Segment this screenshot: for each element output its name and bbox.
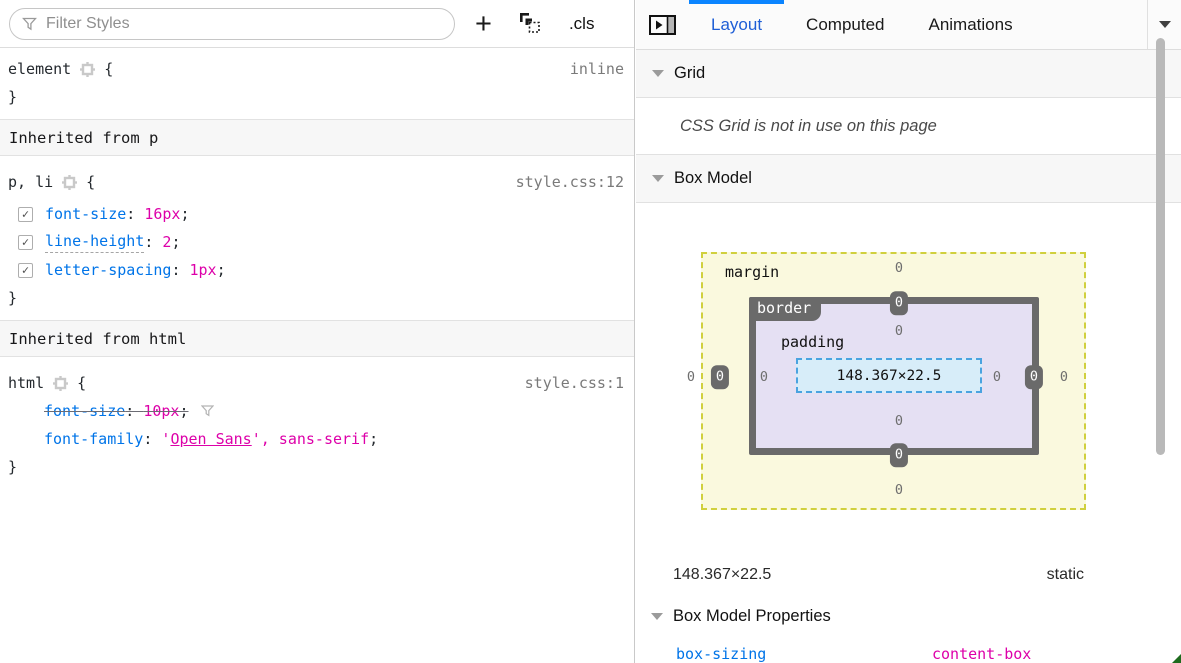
caret-down-icon: [1159, 21, 1171, 28]
css-property-row: ✓ font-size: 16px;: [0, 200, 634, 228]
box-model-properties-header[interactable]: Box Model Properties: [651, 607, 831, 626]
collapse-arrow-icon: [652, 70, 664, 77]
property-value[interactable]: 10px: [143, 402, 179, 420]
filter-icon: [22, 17, 37, 31]
border-top-value[interactable]: 0: [890, 291, 908, 315]
padding-top-value[interactable]: 0: [895, 323, 903, 339]
filter-styles-input[interactable]: [46, 15, 442, 33]
rule-element: element { inline }: [0, 48, 634, 119]
property-value: ': [161, 430, 170, 448]
box-sizing-property-link[interactable]: box-sizing: [676, 645, 932, 663]
close-brace: }: [8, 289, 17, 307]
box-model-properties-title: Box Model Properties: [673, 607, 831, 626]
collapse-arrow-icon: [652, 175, 664, 182]
margin-right-value[interactable]: 0: [1060, 369, 1068, 385]
property-name[interactable]: line-height: [45, 232, 144, 253]
element-dimensions-row: 148.367×22.5 static: [673, 566, 1084, 584]
border-label: border: [749, 297, 821, 321]
property-enabled-checkbox[interactable]: ✓: [18, 207, 33, 222]
padding-label: padding: [781, 333, 844, 351]
rules-panel: + .cls element: [0, 0, 635, 663]
close-brace: }: [8, 458, 17, 476]
tab-computed[interactable]: Computed: [784, 0, 906, 49]
styles-toolbar: + .cls: [0, 0, 634, 48]
open-brace: {: [104, 60, 113, 78]
rule-selector[interactable]: html: [8, 374, 44, 392]
font-family-link[interactable]: Open Sans: [170, 430, 251, 448]
selector-highlighter-icon[interactable]: [62, 175, 77, 190]
property-name[interactable]: font-size: [45, 205, 126, 223]
element-dimensions: 148.367×22.5: [673, 566, 771, 584]
open-brace: {: [77, 374, 86, 392]
border-left-value[interactable]: 0: [711, 365, 729, 389]
toggle-classes-button[interactable]: .cls: [569, 14, 595, 34]
margin-bottom-value[interactable]: 0: [895, 482, 903, 498]
rule-html: html { style.css:1 font-size:: [0, 357, 634, 489]
box-model-property-row: box-sizing content-box: [676, 645, 1141, 663]
property-name[interactable]: letter-spacing: [45, 261, 171, 279]
pseudo-class-panel-icon[interactable]: [519, 12, 542, 35]
inherited-from-p-header: Inherited from p: [0, 119, 634, 156]
overridden-filter-icon[interactable]: [201, 405, 214, 417]
sidebar-toggle-button[interactable]: [636, 0, 689, 49]
scrollbar-thumb[interactable]: [1156, 38, 1165, 455]
selector-highlighter-icon[interactable]: [53, 376, 68, 391]
layout-panel: Layout Computed Animations Grid CSS Grid…: [636, 0, 1181, 663]
css-property-row: ✓ line-height: 2;: [0, 228, 634, 256]
css-property-row-overridden: font-size: 10px;: [0, 397, 634, 425]
margin-top-value[interactable]: 0: [895, 260, 903, 276]
grid-section-title: Grid: [674, 64, 705, 83]
box-model-content-region[interactable]: 148.367×22.5: [796, 358, 982, 393]
inherited-from-html-header: Inherited from html: [0, 320, 634, 357]
padding-left-value[interactable]: 0: [760, 369, 768, 385]
sidebar-tabbar: Layout Computed Animations: [636, 0, 1181, 50]
collapse-arrow-icon: [651, 613, 663, 620]
padding-right-value[interactable]: 0: [993, 369, 1001, 385]
element-position: static: [1047, 566, 1084, 584]
property-enabled-checkbox[interactable]: ✓: [18, 235, 33, 250]
box-model-section-title: Box Model: [674, 169, 752, 188]
grid-empty-message: CSS Grid is not in use on this page: [636, 98, 1181, 155]
add-rule-button[interactable]: +: [475, 11, 492, 37]
box-sizing-property-value: content-box: [932, 645, 1031, 663]
css-property-row: font-family: 'Open Sans', sans-serif;: [0, 425, 634, 453]
rule-p-li: p, li { style.css:12 ✓: [0, 156, 634, 320]
margin-left-value[interactable]: 0: [687, 369, 695, 385]
stylesheet-source-link[interactable]: style.css:1: [525, 374, 626, 392]
devtools-css-pane: + .cls element: [0, 0, 1181, 663]
selector-highlighter-icon[interactable]: [80, 62, 95, 77]
tab-animations[interactable]: Animations: [906, 0, 1034, 49]
property-name[interactable]: font-size: [44, 402, 125, 420]
border-bottom-value[interactable]: 0: [890, 443, 908, 467]
tab-layout[interactable]: Layout: [689, 0, 784, 49]
open-brace: {: [86, 173, 95, 191]
resize-grip[interactable]: [1172, 654, 1181, 663]
property-enabled-checkbox[interactable]: ✓: [18, 263, 33, 278]
property-name[interactable]: font-family: [44, 430, 143, 448]
filter-styles-field[interactable]: [9, 8, 455, 40]
sidebar-toggle-icon: [649, 15, 676, 35]
property-value[interactable]: 16px: [144, 205, 180, 223]
margin-label: margin: [725, 263, 779, 281]
element-display-type: inline: [570, 60, 626, 78]
property-value[interactable]: 2: [162, 233, 171, 251]
close-brace: }: [8, 88, 17, 106]
padding-bottom-value[interactable]: 0: [895, 413, 903, 429]
stylesheet-source-link[interactable]: style.css:12: [516, 173, 626, 191]
rule-selector[interactable]: element: [8, 60, 71, 78]
border-right-value[interactable]: 0: [1025, 365, 1043, 389]
box-model-section-header[interactable]: Box Model: [636, 155, 1181, 203]
grid-section-header[interactable]: Grid: [636, 50, 1181, 98]
property-value[interactable]: 1px: [190, 261, 217, 279]
rule-selector[interactable]: p, li: [8, 173, 53, 191]
property-value[interactable]: ', sans-serif: [252, 430, 369, 448]
css-property-row: ✓ letter-spacing: 1px;: [0, 256, 634, 284]
